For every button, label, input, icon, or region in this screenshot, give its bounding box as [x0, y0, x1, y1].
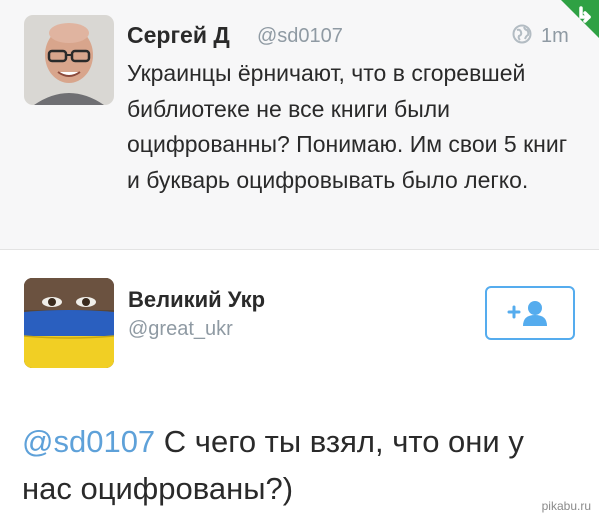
tweet-text: @sd0107 С чего ты взял, что они у нас оц… — [22, 418, 582, 512]
follow-button[interactable] — [485, 286, 575, 340]
corner-badge-icon[interactable] — [561, 0, 599, 38]
globe-icon — [512, 24, 532, 44]
first-tweet: Сергей Д @sd0107 1m Украинцы ёрничают, ч… — [0, 0, 599, 250]
avatar[interactable] — [24, 278, 114, 368]
avatar[interactable] — [24, 15, 114, 105]
add-user-icon — [507, 301, 547, 326]
watermark: pikabu.ru — [541, 499, 591, 513]
tweet-text: Украинцы ёрничают, что в сгоревшей библи… — [127, 60, 568, 193]
author-name[interactable]: Великий Укр — [128, 287, 265, 313]
author-handle[interactable]: @great_ukr — [128, 318, 233, 341]
author-name[interactable]: Сергей Д — [127, 22, 230, 49]
author-handle[interactable]: @sd0107 — [257, 25, 343, 48]
second-tweet: Великий Укр @great_ukr @sd0107 С чего ты… — [0, 250, 599, 518]
mention-link[interactable]: @sd0107 — [22, 424, 155, 459]
